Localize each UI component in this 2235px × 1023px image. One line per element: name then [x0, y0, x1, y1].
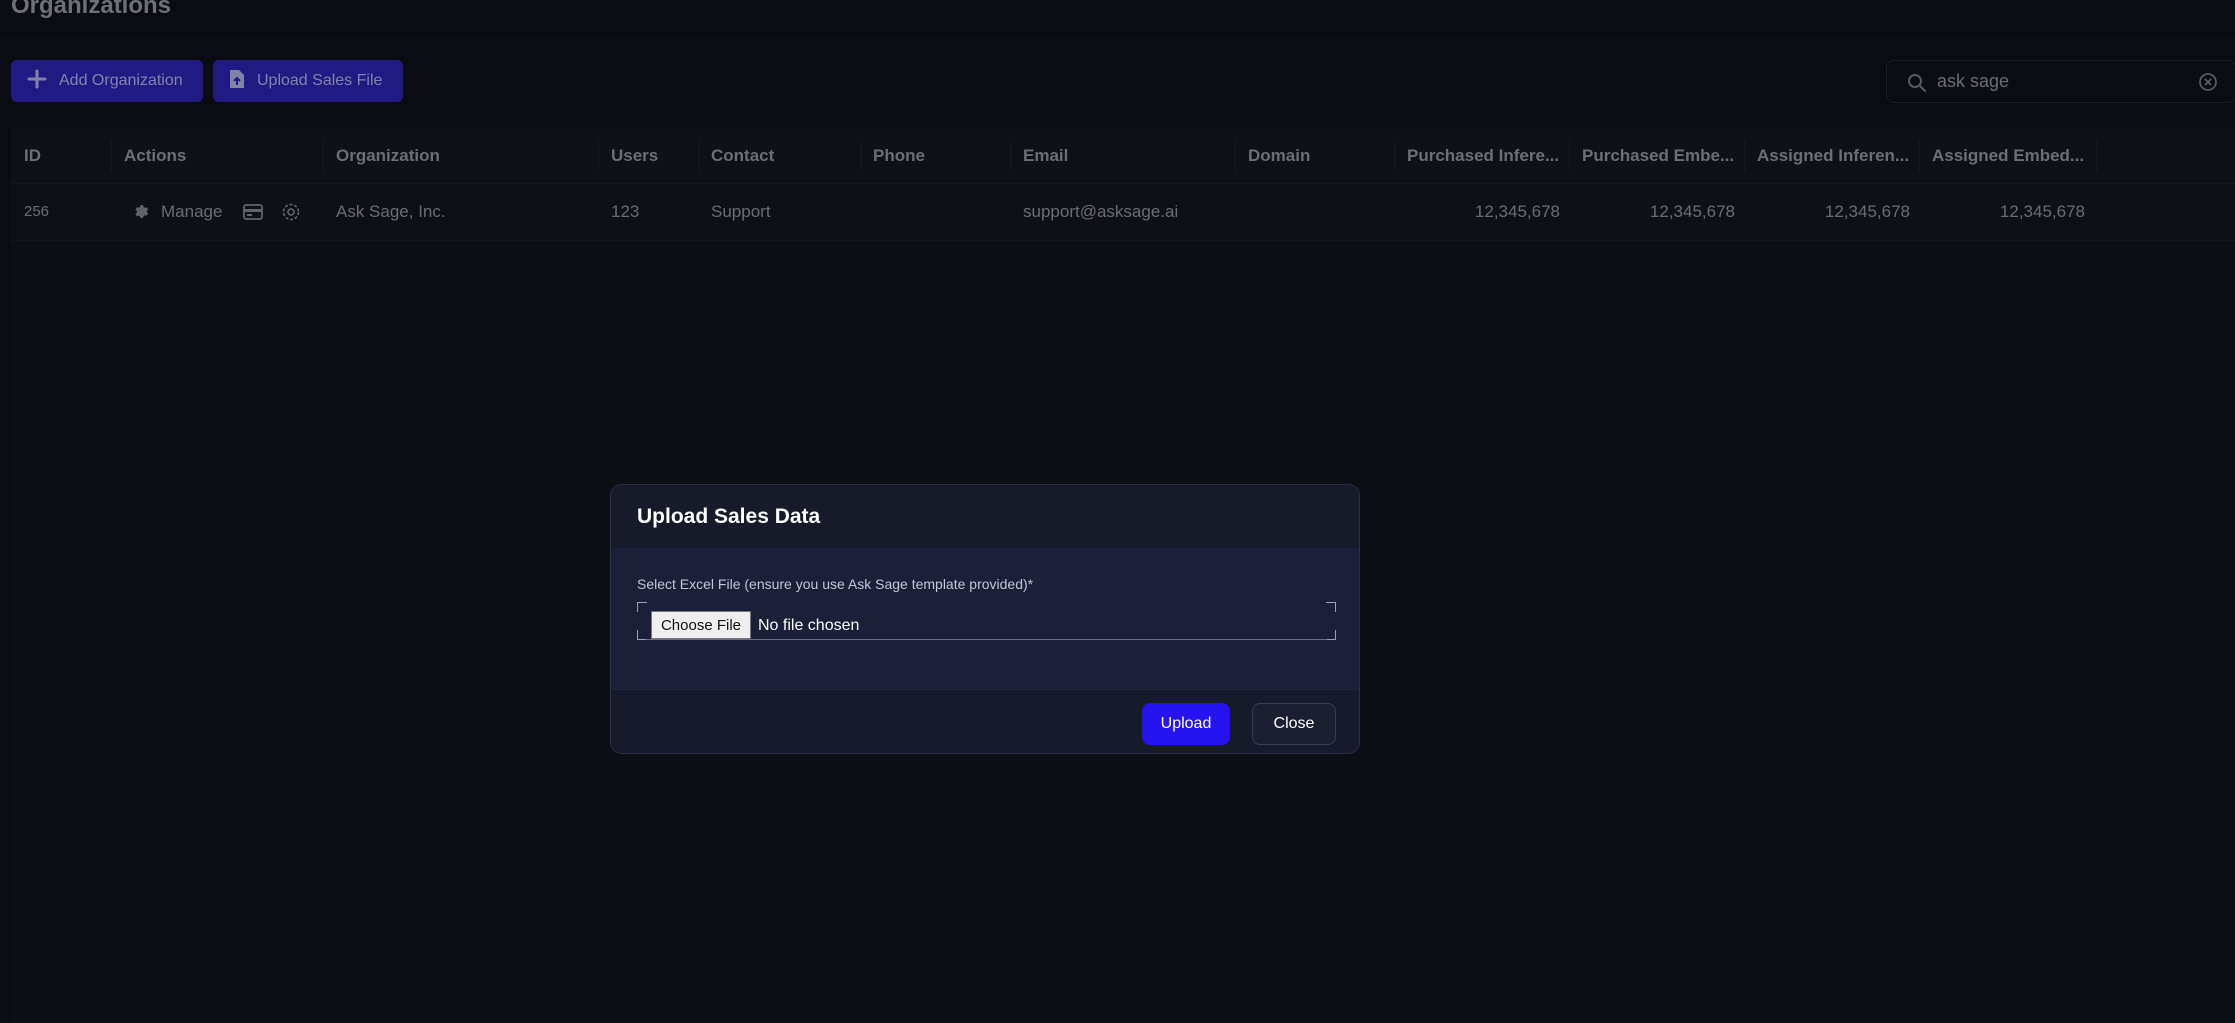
- modal-header: Upload Sales Data: [611, 485, 1359, 549]
- file-field-label: Select Excel File (ensure you use Ask Sa…: [637, 576, 1034, 592]
- file-input-underline: [646, 639, 1327, 640]
- modal-body: Select Excel File (ensure you use Ask Sa…: [611, 548, 1359, 689]
- modal-footer: Upload Close: [611, 689, 1359, 753]
- modal-title: Upload Sales Data: [637, 505, 821, 528]
- focus-corner: [1326, 602, 1336, 612]
- focus-corner: [1326, 630, 1336, 640]
- upload-button[interactable]: Upload: [1142, 703, 1230, 745]
- close-button[interactable]: Close: [1252, 703, 1336, 745]
- no-file-text: No file chosen: [758, 617, 860, 634]
- upload-sales-data-modal: Upload Sales Data Select Excel File (ens…: [610, 484, 1360, 754]
- choose-file-button[interactable]: Choose File: [651, 611, 751, 639]
- focus-corner: [637, 602, 647, 612]
- file-input[interactable]: Choose File No file chosen: [637, 602, 1336, 640]
